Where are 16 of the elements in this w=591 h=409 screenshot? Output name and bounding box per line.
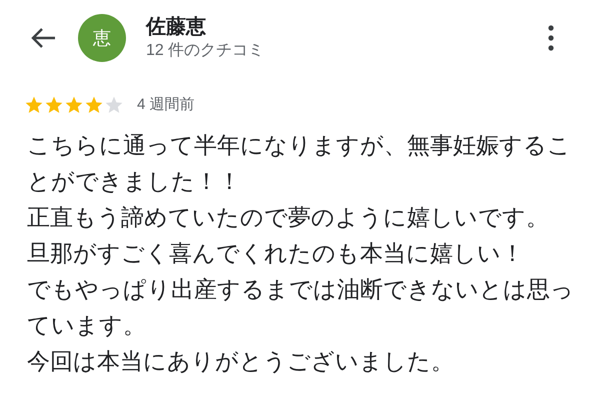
- star-icon: [84, 95, 104, 116]
- review-text: こちらに通って半年になりますが、無事妊娠することができました！！: [27, 130, 572, 196]
- review-time: 4 週間前: [137, 95, 195, 115]
- avatar: 恵: [78, 14, 126, 62]
- star-icon: [24, 95, 44, 116]
- back-arrow-icon: [30, 27, 56, 49]
- review-text: 旦那がすごく喜んでくれたのも本当に嬉しい！: [27, 238, 525, 268]
- review-text: 正直もう諦めていたので夢のように嬉しいです。: [27, 202, 550, 232]
- review-count: 12 件のクチコミ: [146, 41, 264, 61]
- more-icon: [548, 25, 554, 51]
- star-icon: [44, 95, 64, 116]
- reviewer-name: 佐藤恵: [146, 15, 207, 40]
- star-icon: [104, 95, 124, 116]
- review-text: でもやっぱり出産するまでは油断できないとは思っています。: [27, 274, 575, 340]
- review-text: 今回は本当にありがとうございました。: [27, 346, 455, 376]
- star-icon: [64, 95, 84, 116]
